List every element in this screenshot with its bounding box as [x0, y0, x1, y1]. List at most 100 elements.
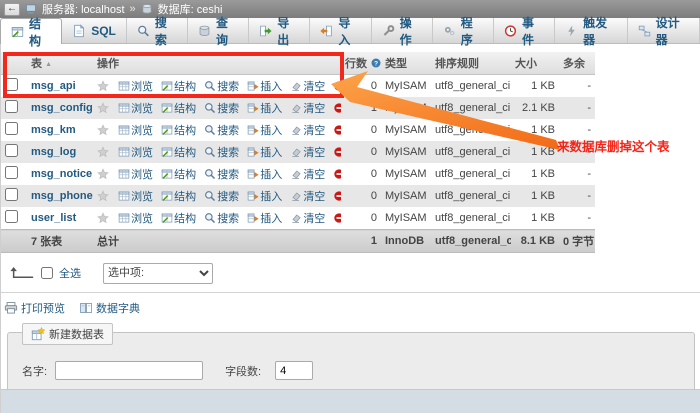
- row-type: MyISAM: [381, 75, 431, 98]
- insert-link[interactable]: 插入: [247, 188, 282, 204]
- empty-link[interactable]: 清空: [290, 122, 325, 138]
- browse-link[interactable]: 浏览: [118, 122, 153, 138]
- search-link[interactable]: 搜索: [204, 166, 239, 182]
- table-name-link[interactable]: msg_log: [31, 146, 76, 158]
- summary-overhead: 0 字节: [559, 230, 595, 253]
- browse-link[interactable]: 浏览: [118, 210, 153, 226]
- favorite-button[interactable]: [97, 102, 110, 115]
- tab[interactable]: 事件: [494, 18, 555, 43]
- header-table[interactable]: 表 ▲: [27, 52, 93, 75]
- row-overhead: -: [559, 119, 595, 141]
- empty-link[interactable]: 清空: [290, 78, 325, 94]
- structure-link[interactable]: 结构: [161, 100, 196, 116]
- with-selected-select[interactable]: 选中项:: [103, 263, 213, 284]
- tab[interactable]: 触发器: [555, 18, 627, 43]
- help-icon[interactable]: [370, 57, 381, 69]
- check-all-checkbox[interactable]: [41, 267, 53, 279]
- insert-link[interactable]: 插入: [247, 100, 282, 116]
- favorite-button[interactable]: [97, 190, 110, 203]
- tab[interactable]: 结构: [0, 18, 62, 44]
- row-checkbox[interactable]: [5, 188, 18, 201]
- insert-link[interactable]: 插入: [247, 78, 282, 94]
- tab[interactable]: 程序: [433, 18, 494, 43]
- empty-link[interactable]: 清空: [290, 100, 325, 116]
- empty-link[interactable]: 清空: [290, 166, 325, 182]
- drop-link[interactable]: 删除: [333, 166, 341, 182]
- empty-link[interactable]: 清空: [290, 210, 325, 226]
- favorite-button[interactable]: [97, 124, 110, 137]
- row-checkbox[interactable]: [5, 210, 18, 223]
- structure-link[interactable]: 结构: [161, 144, 196, 160]
- search-link[interactable]: 搜索: [204, 100, 239, 116]
- structure-link[interactable]: 结构: [161, 210, 196, 226]
- back-button[interactable]: ←: [4, 3, 20, 16]
- row-checkbox[interactable]: [5, 122, 18, 135]
- drop-link[interactable]: 删除: [333, 144, 341, 160]
- search-link[interactable]: 搜索: [204, 78, 239, 94]
- search-icon: [204, 190, 216, 202]
- header-checkbox-cell: [1, 52, 27, 75]
- table-name-input[interactable]: [55, 361, 203, 380]
- table-name-link[interactable]: msg_phone: [31, 190, 93, 202]
- insert-icon: [247, 168, 259, 180]
- favorite-button[interactable]: [97, 212, 110, 225]
- structure-link[interactable]: 结构: [161, 166, 196, 182]
- favorite-button[interactable]: [97, 146, 110, 159]
- empty-link[interactable]: 清空: [290, 188, 325, 204]
- favorite-button[interactable]: [97, 80, 110, 93]
- row-checkbox[interactable]: [5, 144, 18, 157]
- row-checkbox[interactable]: [5, 166, 18, 179]
- table-name-link[interactable]: user_list: [31, 212, 76, 224]
- drop-link[interactable]: 删除: [333, 122, 341, 138]
- tab[interactable]: 操作: [372, 18, 433, 43]
- browse-link[interactable]: 浏览: [118, 188, 153, 204]
- search-link[interactable]: 搜索: [204, 188, 239, 204]
- check-all-label[interactable]: 全选: [59, 265, 81, 281]
- header-type[interactable]: 类型: [381, 52, 431, 75]
- tab[interactable]: SQL: [62, 18, 127, 43]
- drop-link[interactable]: 删除: [333, 100, 341, 116]
- structure-link[interactable]: 结构: [161, 188, 196, 204]
- search-link[interactable]: 搜索: [204, 144, 239, 160]
- table-name-link[interactable]: msg_config: [31, 102, 93, 114]
- row-size: 1 KB: [511, 119, 559, 141]
- row-checkbox[interactable]: [5, 78, 18, 91]
- database-icon: [141, 3, 153, 15]
- browse-link[interactable]: 浏览: [118, 144, 153, 160]
- row-checkbox[interactable]: [5, 100, 18, 113]
- tab[interactable]: 查询: [188, 18, 249, 43]
- browse-link[interactable]: 浏览: [118, 166, 153, 182]
- header-collation[interactable]: 排序规则: [431, 52, 511, 75]
- structure-link[interactable]: 结构: [161, 122, 196, 138]
- tab[interactable]: 搜索: [127, 18, 188, 43]
- drop-link[interactable]: 删除: [333, 188, 341, 204]
- table-name-link[interactable]: msg_km: [31, 124, 76, 136]
- insert-link[interactable]: 插入: [247, 210, 282, 226]
- insert-link[interactable]: 插入: [247, 144, 282, 160]
- favorite-button[interactable]: [97, 168, 110, 181]
- row-collation: utf8_general_ci: [431, 119, 511, 141]
- tab[interactable]: 设计器: [628, 18, 700, 43]
- drop-link[interactable]: 删除: [333, 210, 341, 226]
- printer-icon: [4, 301, 18, 315]
- header-rows[interactable]: 行数: [341, 52, 381, 75]
- header-size[interactable]: 大小: [511, 52, 559, 75]
- tab[interactable]: 导出: [249, 18, 310, 43]
- table-name-link[interactable]: msg_notice: [31, 168, 92, 180]
- breadcrumb-server-link[interactable]: 服务器: localhost: [42, 1, 125, 17]
- table-name-link[interactable]: msg_api: [31, 80, 76, 92]
- insert-link[interactable]: 插入: [247, 166, 282, 182]
- browse-link[interactable]: 浏览: [118, 78, 153, 94]
- drop-link[interactable]: 删除: [333, 78, 341, 94]
- star-icon: [97, 190, 109, 202]
- columns-count-input[interactable]: [275, 361, 313, 380]
- structure-link[interactable]: 结构: [161, 78, 196, 94]
- print-preview-link[interactable]: 打印预览: [4, 300, 65, 316]
- tab[interactable]: 导入: [310, 18, 371, 43]
- search-link[interactable]: 搜索: [204, 122, 239, 138]
- data-dictionary-link[interactable]: 数据字典: [79, 300, 140, 316]
- empty-link[interactable]: 清空: [290, 144, 325, 160]
- insert-link[interactable]: 插入: [247, 122, 282, 138]
- search-link[interactable]: 搜索: [204, 210, 239, 226]
- browse-link[interactable]: 浏览: [118, 100, 153, 116]
